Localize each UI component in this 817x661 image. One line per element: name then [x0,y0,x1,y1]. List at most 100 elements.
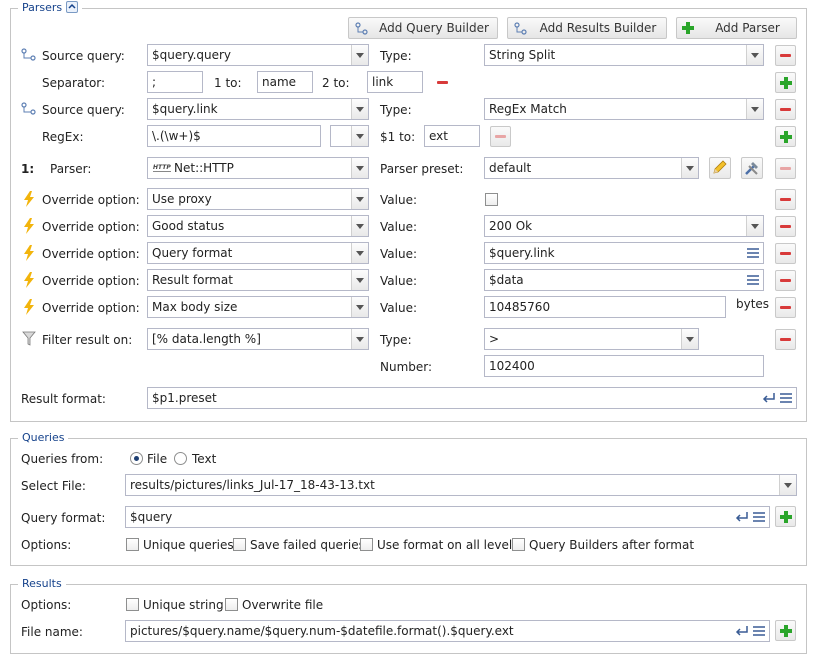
chevron-down-icon[interactable] [351,45,368,65]
add-regex-button[interactable] [775,126,796,147]
max-body-size-field[interactable]: 10485760 [484,296,726,318]
chevron-down-icon[interactable] [681,158,698,178]
add-file-name-button[interactable] [775,620,796,641]
tools-button[interactable] [741,157,763,179]
result-format-override-field[interactable]: $data [484,269,764,291]
add-parser-button[interactable]: Add Parser [676,17,797,39]
chevron-down-icon[interactable] [779,475,796,495]
query-format-field[interactable]: $query.link [484,242,764,264]
parser-label: Parser: [50,162,92,176]
pencil-icon [713,160,727,174]
value-label: Value: [380,193,417,207]
plus-icon [780,511,792,523]
chevron-down-icon[interactable] [351,126,368,146]
override-option-select[interactable]: Query format [147,242,369,264]
chevron-down-icon[interactable] [351,297,368,317]
query-builders-after-format-checkbox[interactable] [512,538,525,551]
regex-field[interactable]: \.(\w+)$ [147,125,321,147]
source-query-select[interactable]: $query.link [147,98,369,120]
regex-to1-field[interactable]: ext [424,125,480,147]
wrap-icon[interactable] [735,624,749,638]
file-radio[interactable] [130,452,143,465]
text-radio[interactable] [174,452,187,465]
value-label: Value: [380,274,417,288]
add-query-format-button[interactable] [775,506,796,527]
query-builder-icon [21,102,36,115]
edit-preset-button[interactable] [709,157,731,179]
use-format-all-levels-checkbox[interactable] [360,538,373,551]
list-icon[interactable] [746,273,760,287]
list-icon[interactable] [779,391,793,405]
type-select[interactable]: String Split [484,44,764,66]
use-proxy-checkbox[interactable] [485,193,498,206]
filter-result-label: Filter result on: [42,333,133,347]
remove-builder-button[interactable] [775,45,796,66]
list-icon[interactable] [752,510,766,524]
remove-override-button[interactable] [775,270,796,291]
number-field[interactable]: 102400 [484,355,764,377]
override-option-label: Override option: [42,301,140,315]
override-option-select[interactable]: Good status [147,215,369,237]
list-icon[interactable] [752,624,766,638]
list-icon[interactable] [746,246,760,260]
value-label: Value: [380,247,417,261]
to1-label: 1 to: [214,76,242,90]
chevron-down-icon[interactable] [351,189,368,209]
filter-result-select[interactable]: [% data.length %] [147,328,369,350]
separator-field[interactable]: ; [147,71,203,93]
add-results-builder-button[interactable]: Add Results Builder [507,17,667,39]
chevron-down-icon[interactable] [746,216,763,236]
remove-override-button[interactable] [775,216,796,237]
chevron-down-icon[interactable] [351,216,368,236]
overwrite-file-label: Overwrite file [242,598,324,612]
chevron-down-icon[interactable] [746,45,763,65]
regex-flags-select[interactable] [330,125,369,147]
chevron-down-icon[interactable] [681,329,698,349]
result-format-field[interactable]: $p1.preset [147,387,797,409]
remove-split-button[interactable] [432,72,453,93]
to2-label: 2 to: [322,76,350,90]
save-failed-queries-checkbox[interactable] [233,538,246,551]
chevron-down-icon[interactable] [351,243,368,263]
lightning-icon [24,218,34,234]
collapse-icon[interactable] [65,1,78,13]
chevron-down-icon[interactable] [746,99,763,119]
override-option-select[interactable]: Max body size [147,296,369,318]
override-option-select[interactable]: Use proxy [147,188,369,210]
to2-field[interactable]: link [367,71,423,93]
remove-filter-button[interactable] [775,329,796,350]
overwrite-file-checkbox[interactable] [225,598,238,611]
add-split-button[interactable] [775,72,796,93]
chevron-down-icon[interactable] [351,270,368,290]
query-format-input[interactable]: $query [125,506,770,528]
select-file-select[interactable]: results/pictures/links_Jul-17_18-43-13.t… [125,474,797,496]
parser-select[interactable]: HTTP Net::HTTP [147,157,369,179]
chevron-down-icon[interactable] [351,158,368,178]
add-query-builder-button[interactable]: Add Query Builder [348,17,498,39]
file-name-label: File name: [21,625,83,639]
wrap-icon[interactable] [762,391,776,405]
good-status-select[interactable]: 200 Ok [484,215,764,237]
unique-queries-checkbox[interactable] [126,538,139,551]
remove-builder-button[interactable] [775,99,796,120]
file-name-input[interactable]: pictures/$query.name/$query.num-$datefil… [125,620,770,642]
remove-override-button[interactable] [775,243,796,264]
remove-regex-button[interactable] [490,126,511,147]
chevron-down-icon[interactable] [351,329,368,349]
filter-type-select[interactable]: > [484,328,699,350]
source-query-select[interactable]: $query.query [147,44,369,66]
remove-override-button[interactable] [775,189,796,210]
value-label: Value: [380,301,417,315]
wrap-icon[interactable] [735,510,749,524]
unique-string-checkbox[interactable] [126,598,139,611]
lightning-icon [24,272,34,288]
to1-field[interactable]: name [257,71,313,93]
override-option-select[interactable]: Result format [147,269,369,291]
type-select[interactable]: RegEx Match [484,98,764,120]
lightning-icon [24,299,34,315]
value-label: Value: [380,220,417,234]
chevron-down-icon[interactable] [351,99,368,119]
parser-preset-select[interactable]: default [484,157,699,179]
remove-override-button[interactable] [775,297,796,318]
remove-parser-button[interactable] [775,158,796,179]
